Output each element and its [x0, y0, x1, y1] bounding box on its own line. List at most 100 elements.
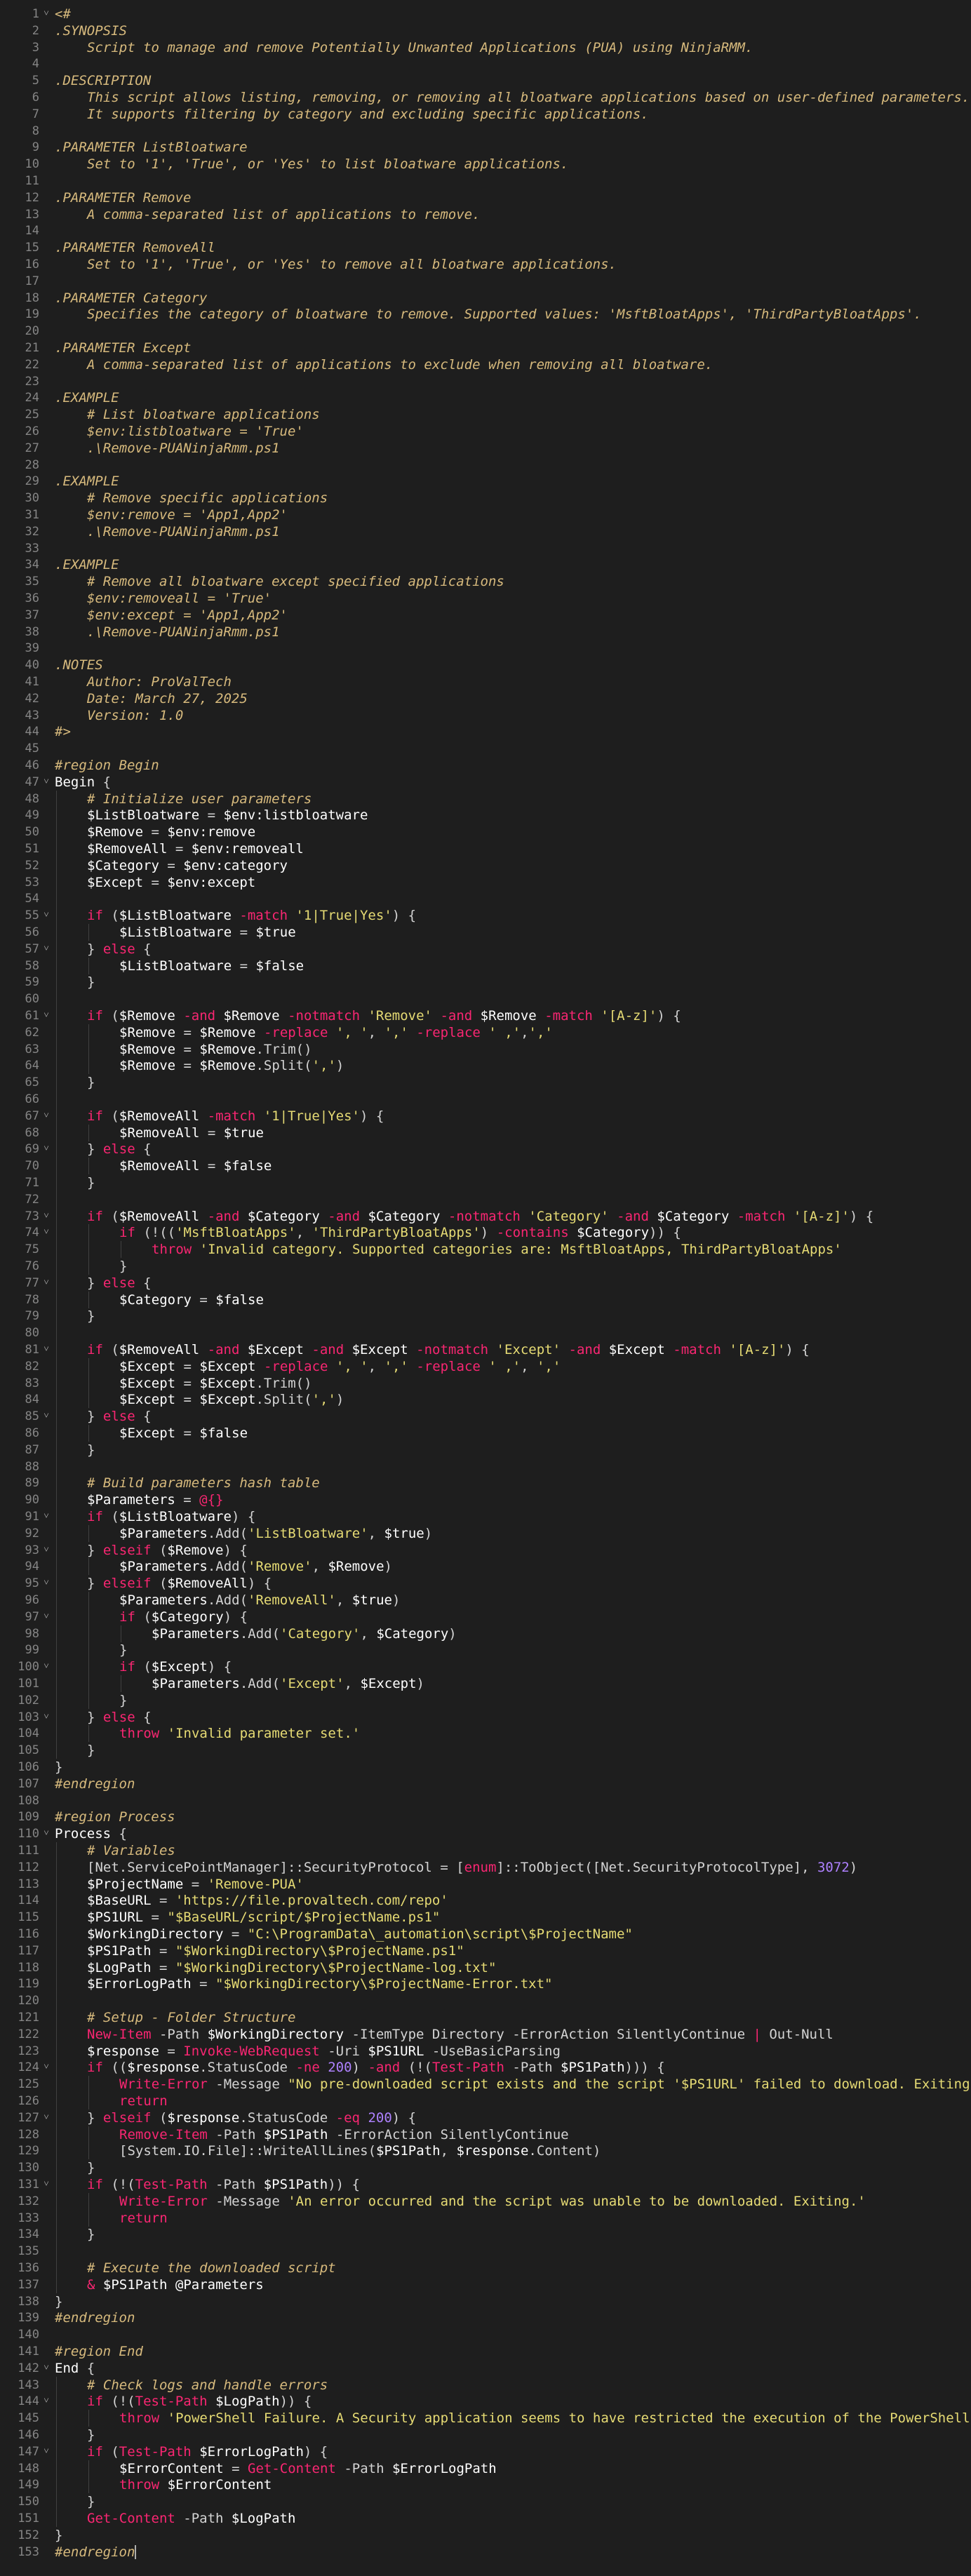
code-line[interactable]: 93 ˅} elseif ($Remove) { — [0, 1541, 971, 1559]
code-line[interactable]: 42 Date: March 27, 2025 — [0, 690, 971, 707]
code-line[interactable]: 121 # Setup - Folder Structure — [0, 2009, 971, 2026]
code-line[interactable]: 36 $env:removeall = 'True' — [0, 590, 971, 607]
code-line[interactable]: 18 .PARAMETER Category — [0, 290, 971, 307]
code-line[interactable]: 59} — [0, 974, 971, 991]
code-line[interactable]: 149 throw $ErrorContent — [0, 2476, 971, 2494]
code-line[interactable]: 16 Set to '1', 'True', or 'Yes' to remove… — [0, 256, 971, 273]
code-line[interactable]: 103 ˅} else { — [0, 1708, 971, 1726]
code-line[interactable]: 64 $Remove = $Remove.Split(',') — [0, 1057, 971, 1075]
code-line[interactable]: 35 # Remove all bloatware except specifie… — [0, 573, 971, 590]
code-line[interactable]: 1 ˅ <# — [0, 6, 971, 22]
code-line[interactable]: 32 .\Remove-PUANinjaRmm.ps1 — [0, 523, 971, 540]
code-line[interactable]: 105} — [0, 1742, 971, 1759]
code-line[interactable]: 124 ˅ if (($response.StatusCode -ne 200) -… — [0, 2059, 971, 2077]
code-line[interactable]: 10 Set to '1', 'True', or 'Yes' to list b… — [0, 156, 971, 173]
code-line[interactable]: 92 $Parameters.Add('ListBloatware', $true… — [0, 1524, 971, 1542]
code-line[interactable]: 3 Script to manage and remove Potentially… — [0, 39, 971, 56]
code-line[interactable]: 21 .PARAMETER Except — [0, 340, 971, 356]
fold-chevron-icon[interactable]: ˅ — [42, 941, 51, 958]
code-line[interactable]: 131 ˅ if (!(Test-Path -Path $PS1Path)) { — [0, 2176, 971, 2193]
code-line[interactable]: 57 ˅} else { — [0, 940, 971, 958]
code-line[interactable]: 15 .PARAMETER RemoveAll — [0, 239, 971, 256]
code-line[interactable]: 17 — [0, 273, 971, 290]
code-line[interactable]: 107 #endregion — [0, 1776, 971, 1792]
fold-chevron-icon[interactable]: ˅ — [42, 2360, 51, 2377]
code-line[interactable]: 45 — [0, 740, 971, 757]
code-line[interactable]: 144 ˅ if (!(Test-Path $LogPath)) { — [0, 2393, 971, 2410]
code-line[interactable]: 23 — [0, 373, 971, 390]
code-line[interactable]: 34 .EXAMPLE — [0, 556, 971, 573]
fold-chevron-icon[interactable]: ˅ — [42, 1341, 51, 1358]
code-line[interactable]: 49 $ListBloatware = $env:listbloatware — [0, 807, 971, 824]
code-line[interactable]: 138} — [0, 2293, 971, 2310]
code-line[interactable]: 113 $ProjectName = 'Remove-PUA' — [0, 1875, 971, 1893]
code-line[interactable]: 27 .\Remove-PUANinjaRmm.ps1 — [0, 440, 971, 457]
code-line[interactable]: 22 A comma-separated list of applications… — [0, 356, 971, 373]
fold-chevron-icon[interactable]: ˅ — [42, 1658, 51, 1675]
code-line[interactable]: 24 .EXAMPLE — [0, 389, 971, 406]
code-line[interactable]: 133 return — [0, 2209, 971, 2227]
code-line[interactable]: 43 Version: 1.0 — [0, 707, 971, 724]
code-line[interactable]: 11 — [0, 173, 971, 189]
code-line[interactable]: 108 — [0, 1792, 971, 1809]
code-line[interactable]: 5 .DESCRIPTION — [0, 72, 971, 89]
code-line[interactable]: 112 [Net.ServicePointManager]::SecurityPr… — [0, 1858, 971, 1876]
code-line[interactable]: 51 $RemoveAll = $env:removeall — [0, 840, 971, 857]
code-line[interactable]: 50 $Remove = $env:remove — [0, 824, 971, 841]
fold-chevron-icon[interactable]: ˅ — [42, 1609, 51, 1625]
code-line[interactable]: 132 Write-Error -Message 'An error occurr… — [0, 2192, 971, 2210]
code-line[interactable]: 47 ˅ Begin { — [0, 774, 971, 791]
code-line[interactable]: 6 This script allows listing, removing, o… — [0, 89, 971, 106]
code-line[interactable]: 61 ˅ if ($Remove -and $Remove -notmatch 'R… — [0, 1007, 971, 1024]
code-line[interactable]: 76} — [0, 1258, 971, 1275]
code-line[interactable]: 98 $Parameters.Add('Category', $Category) — [0, 1625, 971, 1642]
code-line[interactable]: 55 ˅ if ($ListBloatware -match '1|True|Yes… — [0, 907, 971, 925]
code-line[interactable]: 40 .NOTES — [0, 657, 971, 673]
fold-chevron-icon[interactable]: ˅ — [42, 1208, 51, 1225]
code-line[interactable]: 150} — [0, 2493, 971, 2511]
code-line[interactable]: 60 — [0, 991, 971, 1008]
code-line[interactable]: 19 Specifies the category of bloatware to… — [0, 306, 971, 323]
code-line[interactable]: 128 Remove-Item -Path $PS1Path -ErrorActi… — [0, 2126, 971, 2143]
code-line[interactable]: 7 It supports filtering by category and e… — [0, 106, 971, 123]
code-line[interactable]: 139 #endregion — [0, 2309, 971, 2326]
code-line[interactable]: 31 $env:remove = 'App1,App2' — [0, 507, 971, 523]
code-line[interactable]: 84 $Except = $Except.Split(',') — [0, 1391, 971, 1409]
code-line[interactable]: 145 throw 'PowerShell Failure. A Security… — [0, 2410, 971, 2427]
code-line[interactable]: 9 .PARAMETER ListBloatware — [0, 139, 971, 156]
code-line[interactable]: 33 — [0, 540, 971, 557]
code-line[interactable]: 141 #region End — [0, 2343, 971, 2360]
code-line[interactable]: 137 & $PS1Path @Parameters — [0, 2276, 971, 2293]
code-line[interactable]: 91 ˅ if ($ListBloatware) { — [0, 1508, 971, 1525]
code-line[interactable]: 135 — [0, 2243, 971, 2260]
code-line[interactable]: 102} — [0, 1691, 971, 1709]
code-line[interactable]: 146} — [0, 2427, 971, 2443]
code-line[interactable]: 30 # Remove specific applications — [0, 490, 971, 507]
code-line[interactable]: 123 $response = Invoke-WebRequest -Uri $P… — [0, 2042, 971, 2060]
code-line[interactable]: 68 $RemoveAll = $true — [0, 1124, 971, 1141]
code-line[interactable]: 151 Get-Content -Path $LogPath — [0, 2510, 971, 2527]
code-line[interactable]: 73 ˅ if ($RemoveAll -and $Category -and $C… — [0, 1207, 971, 1225]
code-line[interactable]: 126 return — [0, 2093, 971, 2109]
code-line[interactable]: 82 $Except = $Except -replace ', ', ',' -… — [0, 1357, 971, 1375]
code-line[interactable]: 111 # Variables — [0, 1842, 971, 1859]
code-line[interactable]: 56 $ListBloatware = $true — [0, 924, 971, 941]
fold-chevron-icon[interactable]: ˅ — [42, 2176, 51, 2193]
code-line[interactable]: 94 $Parameters.Add('Remove', $Remove) — [0, 1558, 971, 1576]
code-line[interactable]: 12 .PARAMETER Remove — [0, 189, 971, 206]
code-line[interactable]: 29 .EXAMPLE — [0, 473, 971, 490]
fold-chevron-icon[interactable]: ˅ — [42, 1508, 51, 1525]
code-line[interactable]: 119 $ErrorLogPath = "$WorkingDirectory\$P… — [0, 1975, 971, 1993]
code-line[interactable]: 109 #region Process — [0, 1809, 971, 1825]
code-line[interactable]: 28 — [0, 457, 971, 474]
code-line[interactable]: 81 ˅ if ($RemoveAll -and $Except -and $Exc… — [0, 1341, 971, 1358]
code-line[interactable]: 72 — [0, 1190, 971, 1208]
fold-chevron-icon[interactable]: ˅ — [42, 1141, 51, 1158]
fold-chevron-icon[interactable]: ˅ — [42, 2393, 51, 2410]
code-line[interactable]: 127 ˅} elseif ($response.StatusCode -eq 2… — [0, 2109, 971, 2126]
code-line[interactable]: 2 .SYNOPSIS — [0, 22, 971, 39]
code-line[interactable]: 118 $LogPath = "$WorkingDirectory\$Projec… — [0, 1959, 971, 1976]
code-line[interactable]: 63 $Remove = $Remove.Trim() — [0, 1040, 971, 1058]
fold-chevron-icon[interactable]: ˅ — [42, 2109, 51, 2126]
fold-chevron-icon[interactable]: ˅ — [42, 907, 51, 924]
